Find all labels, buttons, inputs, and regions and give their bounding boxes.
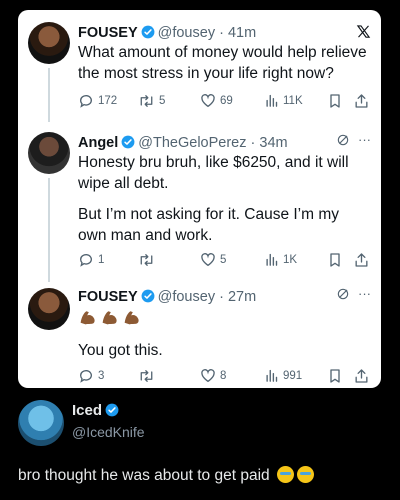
like-button[interactable]: 69 [200,93,233,109]
bookmark-button[interactable] [328,252,342,268]
views-chart-icon [266,253,278,266]
reply-count: 172 [98,95,118,107]
like-count: 5 [220,254,227,266]
retweet-button[interactable] [138,368,159,384]
x-logo-icon[interactable] [356,24,371,39]
retweet-icon [140,95,153,107]
like-count: 8 [220,370,227,382]
heart-icon [201,94,215,108]
thread-connector [48,68,50,122]
retweet-icon [140,370,153,382]
tweet-angel-reply[interactable]: Angel @TheGeloPerez · 34m ··· Honesty bru… [18,120,381,282]
heart-icon [201,253,215,267]
flexed-biceps-icon [124,311,139,325]
tweet-header: Angel @TheGeloPerez · 34m [78,134,371,154]
tweet-header: FOUSEY @fousey · 41m [78,24,371,44]
author-name[interactable]: Angel [78,135,118,151]
poster-name[interactable]: Iced [72,402,102,419]
reply-count: 1 [98,254,105,266]
tweet-top-actions: ··· [336,132,371,147]
tweet-time[interactable]: · 41m [219,25,256,41]
loudly-crying-face-icon [296,466,314,483]
author-handle[interactable]: @fousey [158,25,215,41]
avatar[interactable] [28,288,70,330]
reply-icon [80,254,92,267]
tweet-fousey-reply[interactable]: FOUSEY @fousey · 27m ··· You got this. 3 [18,280,381,388]
avatar[interactable] [18,400,64,446]
bookmark-icon [330,94,340,108]
views-button[interactable]: 991 [264,368,302,383]
retweet-button[interactable]: 5 [138,93,165,109]
tweet-fousey-question[interactable]: FOUSEY @fousey · 41m What amount of money… [18,10,381,122]
tweet-time[interactable]: · 27m [219,289,256,305]
bookmark-icon [330,253,340,267]
like-button[interactable]: 5 [200,252,226,268]
more-options-icon[interactable]: ··· [358,132,371,147]
tweet-header: FOUSEY @fousey · 27m [78,288,371,308]
tweet-text: You got this. [78,342,163,359]
views-chart-icon [266,369,278,382]
tweet-top-actions: ··· [336,286,371,301]
share-icon [355,94,368,108]
view-count: 991 [283,369,303,382]
caption-text: bro thought he was about to get paid [18,467,270,484]
like-count: 69 [220,95,233,107]
flexed-biceps-icon [80,311,95,325]
views-button[interactable]: 11K [264,93,303,108]
author-handle[interactable]: @TheGeloPerez [138,135,246,151]
action-bar: 172 5 69 11K [78,93,371,111]
reply-icon [80,95,92,108]
retweet-button[interactable] [138,252,159,268]
avatar[interactable] [28,22,70,64]
heart-icon [201,369,215,383]
grok-icon[interactable] [336,287,350,301]
reply-icon [80,370,92,383]
action-bar: 3 8 991 [78,368,371,386]
avatar[interactable] [28,132,70,174]
bookmark-button[interactable] [328,93,342,109]
share-button[interactable] [354,93,369,109]
reply-count: 3 [98,370,105,382]
flexed-biceps-emojis [78,308,142,326]
action-bar: 1 5 1K [78,252,371,270]
poster-name-row: Iced [72,402,122,421]
reply-button[interactable]: 3 [78,368,104,384]
retweet-count: 5 [159,95,166,107]
view-count: 11K [283,94,303,107]
share-icon [355,369,368,383]
author-handle[interactable]: @fousey [158,289,215,305]
reply-button[interactable]: 1 [78,252,104,268]
loudly-crying-face-icon [276,466,294,483]
post-caption: bro thought he was about to get paid [18,466,314,485]
bookmark-button[interactable] [328,368,342,384]
grok-icon[interactable] [336,133,350,147]
author-name[interactable]: FOUSEY [78,25,138,41]
views-chart-icon [266,94,278,107]
bookmark-icon [330,369,340,383]
tweet-text-paragraph: Honesty bru bruh, like $6250, and it wil… [78,154,349,192]
tweet-thread-card: FOUSEY @fousey · 41m What amount of money… [18,10,381,388]
views-button[interactable]: 1K [264,252,297,267]
share-button[interactable] [354,368,369,384]
more-options-icon[interactable]: ··· [358,286,371,301]
verified-badge-icon [141,289,155,308]
flexed-biceps-icon [102,311,117,325]
tweet-time[interactable]: · 34m [251,135,288,151]
reply-button[interactable]: 172 [78,93,117,109]
share-button[interactable] [354,252,369,268]
author-name[interactable]: FOUSEY [78,289,138,305]
tweet-text: What amount of money would help relieve … [78,44,367,82]
tweet-text-paragraph: But I’m not asking for it. Cause I’m my … [78,206,340,244]
share-icon [355,253,368,267]
thread-connector [48,178,50,282]
like-button[interactable]: 8 [200,368,226,384]
poster-handle[interactable]: @IcedKnife [72,424,145,440]
retweet-icon [140,254,153,266]
view-count: 1K [283,253,298,266]
verified-badge-icon [105,403,119,421]
